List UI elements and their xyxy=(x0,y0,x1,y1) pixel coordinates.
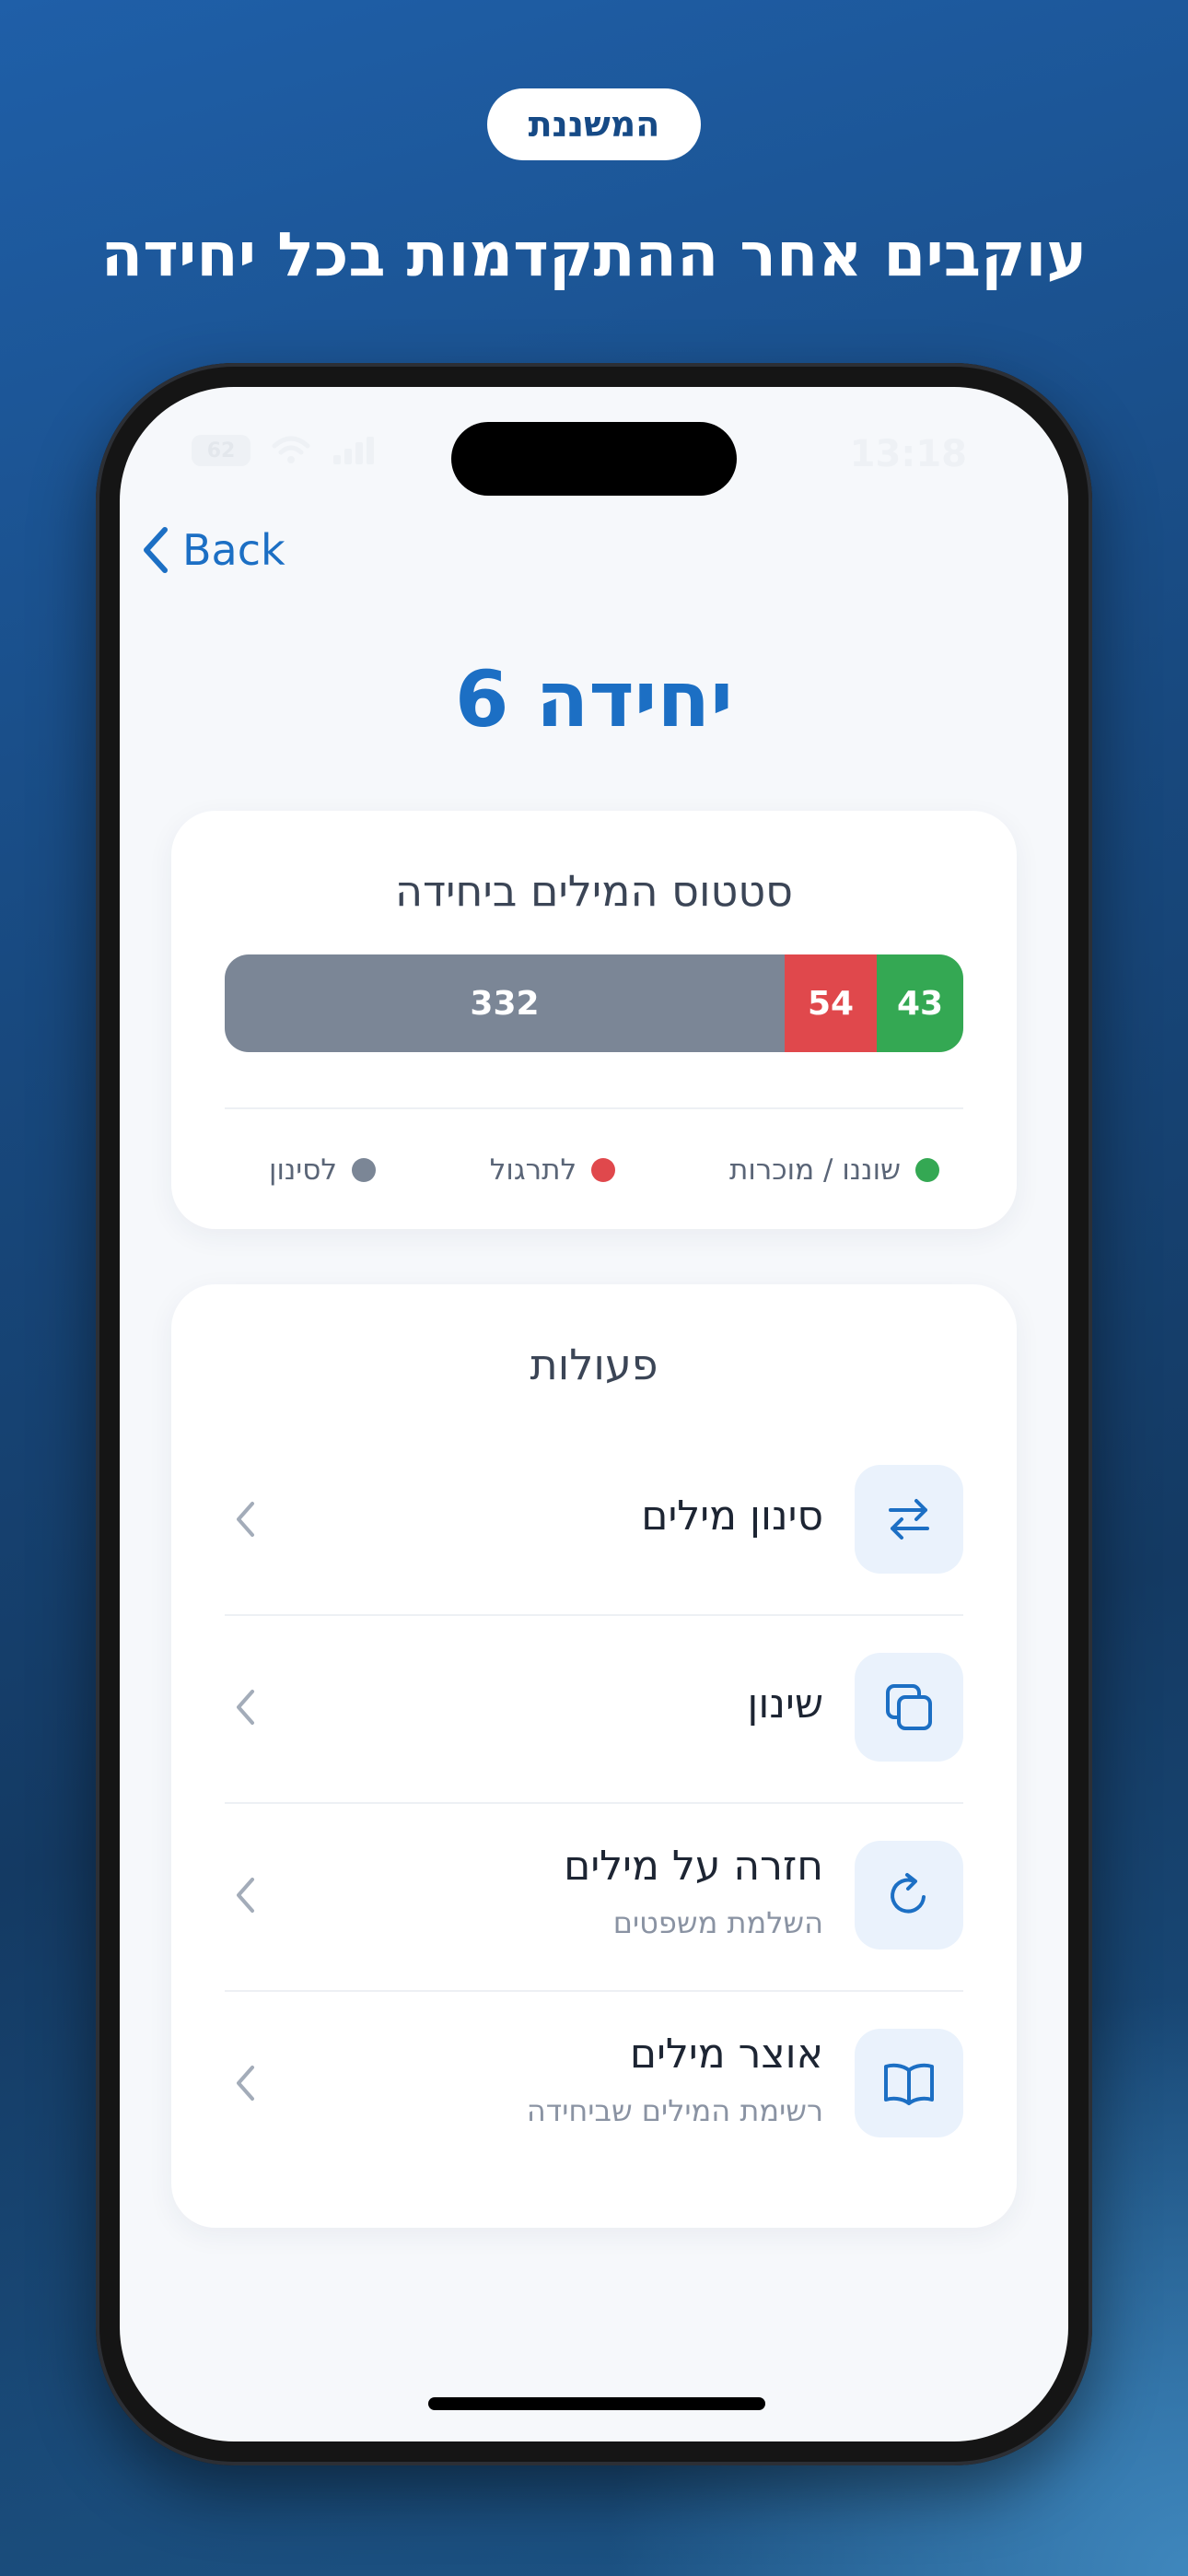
action-memorize[interactable]: שינון xyxy=(225,1653,963,1762)
action-icon-box xyxy=(855,1465,963,1574)
legend-label: שוננו / מוכרות xyxy=(728,1153,901,1187)
page-title: יחידה 6 xyxy=(455,654,733,744)
legend-item-memorized: שוננו / מוכרות xyxy=(729,1153,939,1187)
chevron-left-icon xyxy=(237,2066,254,2101)
divider xyxy=(225,1802,963,1804)
action-title: שינון xyxy=(747,1680,823,1727)
action-filter-words[interactable]: סינון מילים xyxy=(225,1465,963,1574)
legend-label: לתרגול xyxy=(489,1153,577,1187)
status-left: 62 xyxy=(192,435,379,466)
back-label: Back xyxy=(182,525,285,575)
cards-stack-icon xyxy=(886,1684,932,1730)
chevron-left-icon xyxy=(237,1690,254,1725)
status-time: 13:18 xyxy=(849,433,967,475)
legend-dot-gray xyxy=(351,1158,376,1182)
back-button[interactable]: Back xyxy=(142,525,285,575)
action-icon-box xyxy=(855,1841,963,1950)
status-card: סטטוס המילים ביחידה 332 54 43 שוננו / מו… xyxy=(171,811,1017,1229)
legend-label: לסינון xyxy=(269,1153,337,1187)
action-icon-box xyxy=(855,1653,963,1762)
action-subtitle: רשימת המילים שביחידה xyxy=(526,2093,823,2128)
actions-title: פעולות xyxy=(530,1340,658,1389)
open-book-icon xyxy=(884,2063,934,2105)
legend-dot-green xyxy=(915,1158,939,1182)
chevron-left-icon xyxy=(237,1502,254,1537)
battery-icon: 62 xyxy=(192,435,250,466)
action-icon-box xyxy=(855,2029,963,2137)
divider xyxy=(225,1614,963,1616)
bar-segment-memorized: 43 xyxy=(877,954,963,1052)
action-title: אוצר מילים xyxy=(629,2031,823,2078)
action-title: סינון מילים xyxy=(641,1493,823,1540)
action-vocabulary[interactable]: אוצר מילים רשימת המילים שביחידה xyxy=(225,2029,963,2137)
divider xyxy=(225,1990,963,1992)
status-card-title: סטטוס המילים ביחידה xyxy=(394,866,794,916)
bar-segment-to-practice: 54 xyxy=(785,954,877,1052)
refresh-icon xyxy=(891,1873,926,1914)
home-indicator[interactable] xyxy=(428,2397,765,2410)
chevron-left-icon xyxy=(237,1878,254,1913)
divider xyxy=(225,1107,963,1109)
status-bar-chart: 332 54 43 xyxy=(225,954,963,1052)
headline: עוקבים אחר ההתקדמות בכל יחידה xyxy=(100,219,1088,290)
screen: 62 13:18 Back יחידה 6 סטטוס המילים ביחיד… xyxy=(120,387,1068,2441)
bar-segment-to-filter: 332 xyxy=(225,954,785,1052)
swap-arrows-icon xyxy=(889,1499,929,1540)
top-badge: המשננת xyxy=(487,88,701,160)
actions-card: פעולות סינון מילים שינון חזרה על מילים ה… xyxy=(171,1284,1017,2228)
cellular-icon xyxy=(333,437,374,464)
legend-item-to-filter: לסינון xyxy=(269,1153,376,1187)
wifi-icon xyxy=(272,436,310,463)
chart-legend: שוננו / מוכרות לתרגול לסינון xyxy=(225,1153,963,1187)
phone-frame: 62 13:18 Back יחידה 6 סטטוס המילים ביחיד… xyxy=(96,363,1092,2465)
action-subtitle: השלמת משפטים xyxy=(612,1905,823,1940)
legend-dot-red xyxy=(591,1158,616,1182)
legend-item-to-practice: לתרגול xyxy=(489,1153,616,1187)
action-title: חזרה על מילים xyxy=(564,1843,823,1890)
action-review-words[interactable]: חזרה על מילים השלמת משפטים xyxy=(225,1841,963,1950)
dynamic-island xyxy=(451,422,737,496)
chevron-left-icon xyxy=(144,527,168,573)
